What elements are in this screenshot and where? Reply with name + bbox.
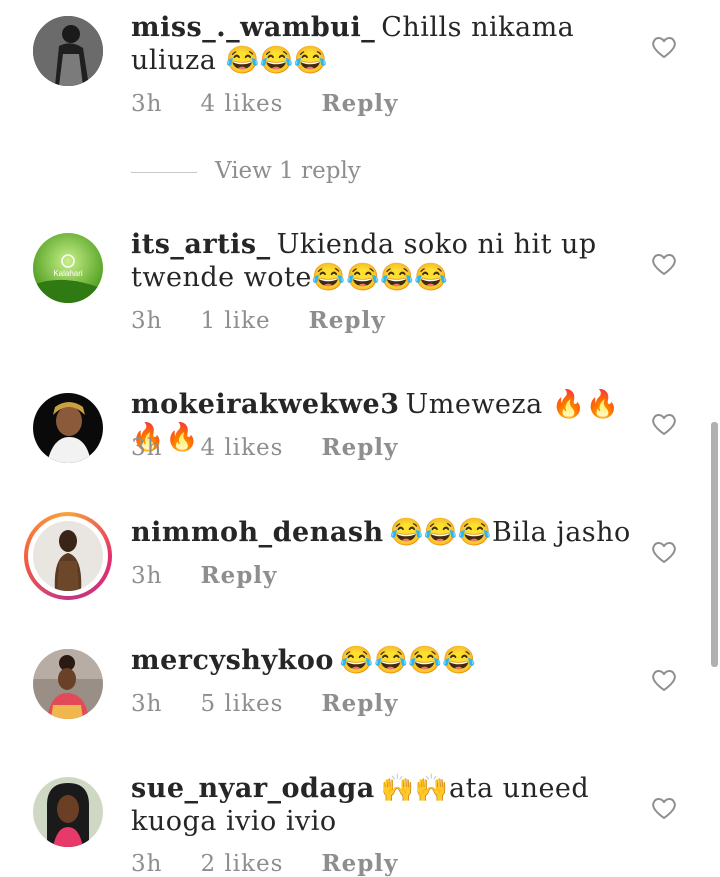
heart-outline-icon[interactable] (651, 412, 677, 436)
comment-time: 3h (131, 91, 163, 117)
comment-likes[interactable]: 1 like (200, 308, 270, 334)
comment-time: 3h (131, 691, 163, 717)
avatar[interactable] (33, 16, 103, 86)
comment-username[interactable]: nimmoh_denash (131, 517, 384, 548)
comment-username[interactable]: sue_nyar_odaga (131, 773, 375, 804)
comment-meta: 3h 5 likes Reply (131, 690, 436, 717)
comment-meta: 3h 2 likes Reply (131, 850, 436, 877)
avatar[interactable] (33, 393, 103, 463)
scrollbar-thumb[interactable] (711, 422, 718, 667)
reply-button[interactable]: Reply (321, 850, 398, 877)
avatar-story-ring[interactable] (24, 512, 112, 600)
reply-button[interactable]: Reply (309, 307, 386, 334)
comment-likes[interactable]: 4 likes (200, 91, 283, 117)
comment-username[interactable]: miss_._wambui_ (131, 12, 375, 43)
comment-text: its_artis_ Ukienda soko ni hit up twende … (131, 228, 631, 294)
view-replies-button[interactable]: View 1 reply (131, 158, 361, 184)
reply-button[interactable]: Reply (321, 434, 398, 461)
comment-likes[interactable]: 2 likes (200, 851, 283, 877)
comment-text: mercyshykoo 😂😂😂😂 (131, 644, 631, 677)
comment-username[interactable]: its_artis_ (131, 229, 271, 260)
comment-text: nimmoh_denash 😂😂😂Bila jasho (131, 516, 631, 549)
view-replies-label[interactable]: View 1 reply (215, 158, 361, 184)
comment-time: 3h (131, 563, 163, 589)
reply-button[interactable]: Reply (321, 90, 398, 117)
comment-time: 3h (131, 435, 163, 461)
heart-outline-icon[interactable] (651, 252, 677, 276)
comment-time: 3h (131, 851, 163, 877)
avatar (33, 521, 103, 591)
replies-divider (131, 171, 197, 173)
comment-time: 3h (131, 308, 163, 334)
reply-button[interactable]: Reply (321, 690, 398, 717)
avatar-label: Kalahari (53, 269, 83, 278)
comment-likes[interactable]: 5 likes (200, 691, 283, 717)
comment-body: 😂😂😂😂 (339, 645, 477, 676)
comment-meta: 3h Reply (131, 562, 315, 589)
avatar[interactable] (33, 777, 103, 847)
heart-outline-icon[interactable] (651, 796, 677, 820)
comment-meta: 3h 4 likes Reply (131, 434, 436, 461)
avatar[interactable]: Kalahari (33, 233, 103, 303)
comment-username[interactable]: mercyshykoo (131, 645, 334, 676)
heart-outline-icon[interactable] (651, 668, 677, 692)
avatar[interactable] (33, 649, 103, 719)
comment-text: miss_._wambui_ Chills nikama uliuza 😂😂😂 (131, 11, 631, 77)
comment-meta: 3h 4 likes Reply (131, 90, 436, 117)
heart-outline-icon[interactable] (651, 540, 677, 564)
comment-text: sue_nyar_odaga 🙌🙌ata uneed kuoga ivio ivi… (131, 772, 631, 838)
comment-body: 😂😂😂Bila jasho (389, 517, 631, 548)
comment-meta: 3h 1 like Reply (131, 307, 424, 334)
comment-likes[interactable]: 4 likes (200, 435, 283, 461)
heart-outline-icon[interactable] (651, 35, 677, 59)
avatar-ring-gap (28, 516, 108, 596)
reply-button[interactable]: Reply (200, 562, 277, 589)
comment-username[interactable]: mokeirakwekwe3 (131, 389, 399, 420)
